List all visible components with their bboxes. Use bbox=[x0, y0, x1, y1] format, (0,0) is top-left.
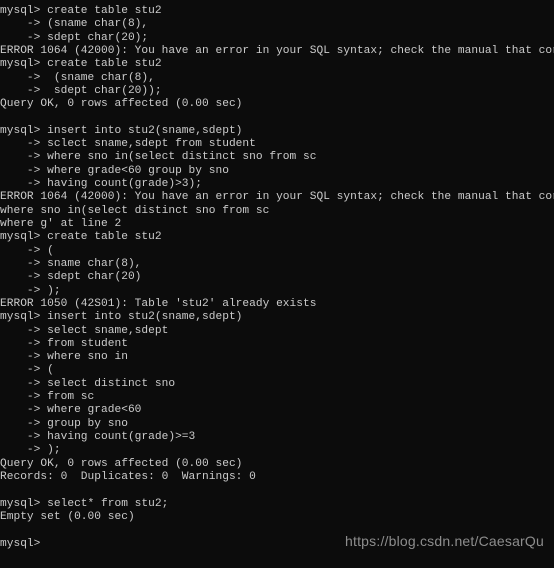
terminal-line: Records: 0 Duplicates: 0 Warnings: 0 bbox=[0, 470, 256, 483]
terminal-line: where g' at line 2 bbox=[0, 218, 122, 230]
terminal-line: Empty set (0.00 sec) bbox=[0, 510, 135, 523]
terminal-line: mysql> create table stu2 bbox=[0, 231, 162, 244]
terminal-line: -> where grade<60 group by sno bbox=[0, 164, 229, 177]
watermark-url: https://blog.csdn.net/CaesarQu bbox=[345, 532, 544, 549]
terminal-line: -> ( bbox=[0, 244, 54, 257]
terminal-line: -> sdept char(20)); bbox=[0, 84, 162, 97]
terminal-line: -> sdept char(20); bbox=[0, 31, 149, 44]
terminal-line: -> where sno in bbox=[0, 351, 128, 364]
terminal-line: mysql> create table stu2 bbox=[0, 5, 162, 17]
terminal-line: -> select sname,sdept bbox=[0, 324, 169, 337]
terminal-line: -> select distinct sno bbox=[0, 377, 176, 390]
terminal-line: -> where sno in(select distinct sno from… bbox=[0, 151, 317, 164]
terminal-line: -> sclect sname,sdept from student bbox=[0, 138, 256, 151]
terminal-line: -> group by sno bbox=[0, 417, 128, 430]
terminal-line: -> ); bbox=[0, 444, 61, 457]
terminal-line: where sno in(select distinct sno from sc bbox=[0, 204, 270, 217]
terminal-line: mysql> create table stu2 bbox=[0, 58, 162, 71]
terminal-line: -> sdept char(20) bbox=[0, 271, 142, 284]
terminal-window[interactable]: mysql> create table stu2 -> (sname char(… bbox=[0, 0, 554, 568]
terminal-line: ERROR 1064 (42000): You have an error in… bbox=[0, 44, 554, 57]
terminal-line: ERROR 1050 (42S01): Table 'stu2' already… bbox=[0, 297, 317, 310]
terminal-line: -> having count(grade)>3); bbox=[0, 178, 203, 191]
terminal-line: -> (sname char(8), bbox=[0, 18, 149, 31]
terminal-line: -> from sc bbox=[0, 391, 95, 404]
terminal-line: -> ); bbox=[0, 284, 61, 297]
terminal-line: Query OK, 0 rows affected (0.00 sec) bbox=[0, 98, 243, 111]
terminal-line: mysql> select* from stu2; bbox=[0, 497, 169, 510]
terminal-line: ERROR 1064 (42000): You have an error in… bbox=[0, 191, 554, 204]
terminal-line: -> where grade<60 bbox=[0, 404, 142, 417]
terminal-line: -> (sname char(8), bbox=[0, 71, 155, 84]
terminal-output: mysql> create table stu2 -> (sname char(… bbox=[0, 5, 554, 551]
terminal-line: -> from student bbox=[0, 337, 128, 350]
terminal-line: -> having count(grade)>=3 bbox=[0, 431, 196, 443]
terminal-line: Query OK, 0 rows affected (0.00 sec) bbox=[0, 457, 243, 470]
terminal-line: mysql> insert into stu2(sname,sdept) bbox=[0, 311, 243, 324]
terminal-line: -> ( bbox=[0, 364, 54, 377]
terminal-line: -> sname char(8), bbox=[0, 257, 142, 270]
terminal-line: mysql> insert into stu2(sname,sdept) bbox=[0, 124, 243, 137]
